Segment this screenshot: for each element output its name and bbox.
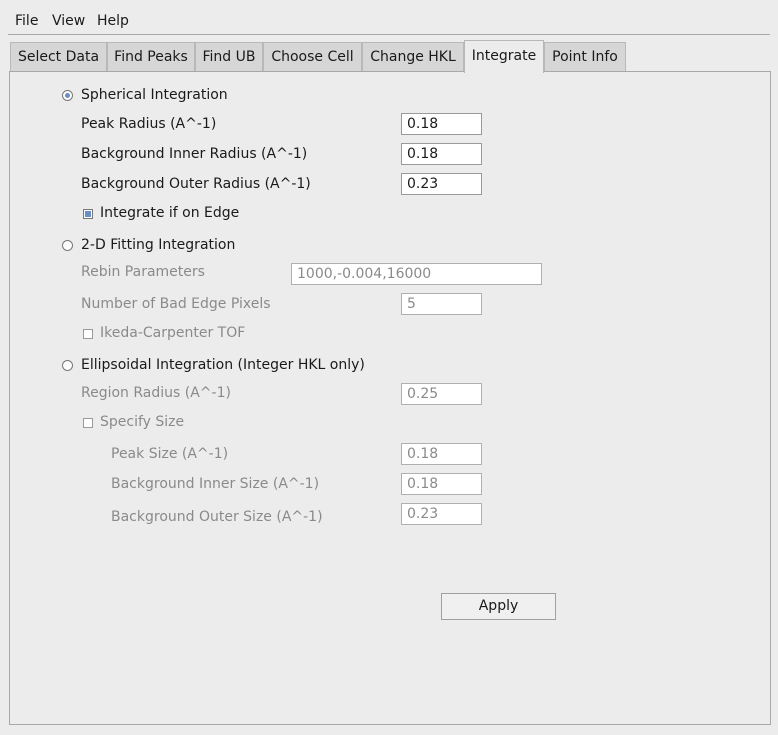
spherical-label: Spherical Integration [81,87,228,103]
tab-find-ub[interactable]: Find UB [195,42,263,71]
spherical-radio[interactable] [62,90,73,101]
rebin-label: Rebin Parameters [81,264,205,280]
tab-integrate[interactable]: Integrate [464,40,544,73]
region-radius-label: Region Radius (A^-1) [81,385,231,401]
integrate-edge-checkbox[interactable] [83,209,93,219]
bg-inner-radius-label: Background Inner Radius (A^-1) [81,146,308,162]
bg-inner-size-input[interactable]: 0.18 [401,473,482,495]
menu-file[interactable]: File [15,13,38,29]
ellipsoidal-label: Ellipsoidal Integration (Integer HKL onl… [81,357,365,373]
apply-button[interactable]: Apply [441,593,556,620]
bg-outer-radius-label: Background Outer Radius (A^-1) [81,176,311,192]
rebin-input[interactable]: 1000,-0.004,16000 [291,263,542,285]
peak-radius-label: Peak Radius (A^-1) [81,116,217,132]
bg-outer-size-input[interactable]: 0.23 [401,503,482,525]
bad-edge-label: Number of Bad Edge Pixels [81,296,271,312]
tab-find-peaks[interactable]: Find Peaks [107,42,195,71]
ellipsoidal-radio[interactable] [62,360,73,371]
peak-size-input[interactable]: 0.18 [401,443,482,465]
peak-radius-input[interactable]: 0.18 [401,113,482,135]
specify-size-checkbox[interactable] [83,418,93,428]
integrate-edge-label: Integrate if on Edge [100,205,240,221]
tab-change-hkl[interactable]: Change HKL [362,42,464,71]
bg-inner-radius-input[interactable]: 0.18 [401,143,482,165]
tab-select-data[interactable]: Select Data [10,42,107,71]
peak-size-label: Peak Size (A^-1) [111,446,229,462]
bad-edge-input[interactable]: 5 [401,293,482,315]
menu-separator [8,34,770,35]
tab-choose-cell[interactable]: Choose Cell [263,42,362,71]
fitting-label: 2-D Fitting Integration [81,237,236,253]
region-radius-input[interactable]: 0.25 [401,383,482,405]
tab-point-info[interactable]: Point Info [544,42,626,71]
ikeda-checkbox[interactable] [83,329,93,339]
menu-help[interactable]: Help [97,13,129,29]
bg-inner-size-label: Background Inner Size (A^-1) [111,476,320,492]
ikeda-label: Ikeda-Carpenter TOF [100,325,246,341]
bg-outer-size-label: Background Outer Size (A^-1) [111,509,323,525]
specify-size-label: Specify Size [100,414,185,430]
bg-outer-radius-input[interactable]: 0.23 [401,173,482,195]
menu-view[interactable]: View [52,13,85,29]
fitting-radio[interactable] [62,240,73,251]
